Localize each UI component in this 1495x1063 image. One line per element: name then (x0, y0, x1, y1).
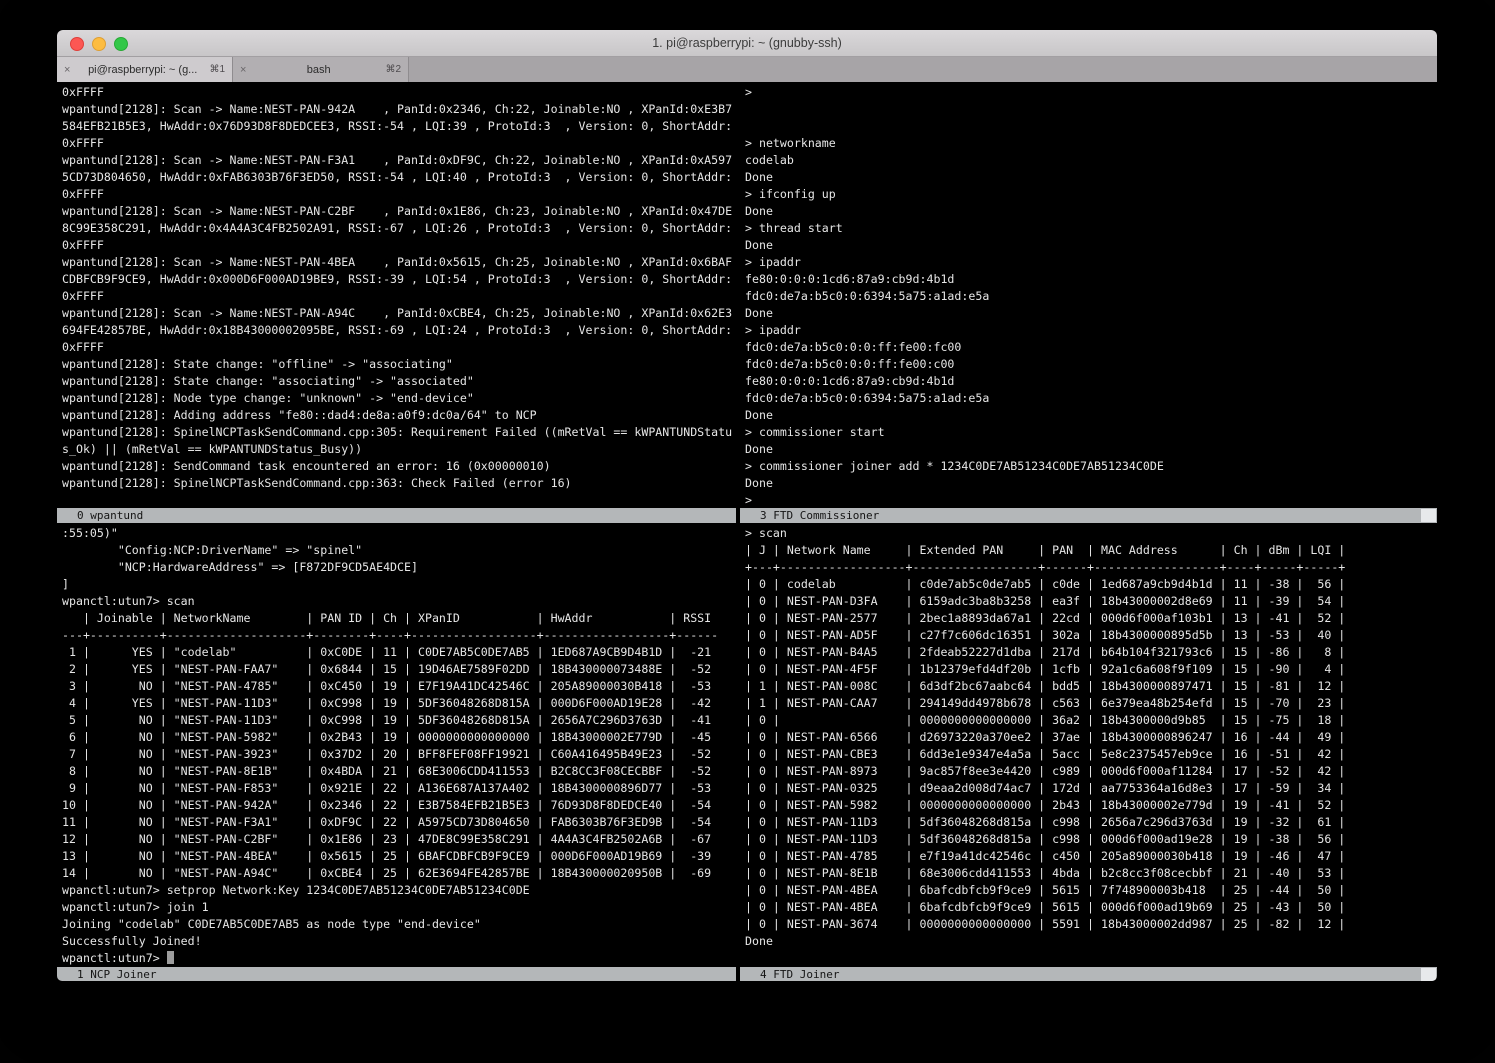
pane-ncp-joiner[interactable]: :55:05)" "Config:NCP:DriverName" => "spi… (57, 523, 736, 981)
tab-ssh-shortcut: ⌘1 (209, 64, 225, 75)
pane-caption-wpantund: 0 wpantund (57, 508, 736, 523)
tab-ssh-label: pi@raspberrypi: ~ (g... (76, 64, 209, 76)
titlebar[interactable]: 1. pi@raspberrypi: ~ (gnubby-ssh) (57, 30, 1437, 57)
pane-activity-indicator (1421, 509, 1436, 522)
ftd-joiner-scan-text: > scan | J | Network Name | Extended PAN… (740, 523, 1437, 950)
pane-caption-ftd-commissioner: 3 FTD Commissioner (740, 508, 1437, 523)
pane-caption-wpantund-label: 0 wpantund (77, 509, 143, 522)
wpanctl-prompt-text: wpanctl:utun7> (62, 951, 167, 965)
close-window-button[interactable] (70, 37, 84, 51)
ftd-commissioner-cli-text: > > networkname codelab Done > ifconfig … (740, 82, 1437, 508)
pane-ftd-commissioner-body: > > networkname codelab Done > ifconfig … (740, 82, 1437, 508)
tab-bar: × pi@raspberrypi: ~ (g... ⌘1 × bash ⌘2 (57, 57, 1437, 82)
tab-ssh[interactable]: × pi@raspberrypi: ~ (g... ⌘1 (57, 57, 233, 82)
pane-ftd-joiner-body: > scan | J | Network Name | Extended PAN… (740, 523, 1437, 967)
pane-ftd-joiner[interactable]: > scan | J | Network Name | Extended PAN… (740, 523, 1437, 981)
pane-caption-ncp-joiner-label: 1 NCP Joiner (77, 968, 156, 981)
minimize-window-button[interactable] (92, 37, 106, 51)
top-pane-row: 0xFFFF wpantund[2128]: Scan -> Name:NEST… (57, 82, 1437, 523)
terminal-window: 1. pi@raspberrypi: ~ (gnubby-ssh) × pi@r… (57, 30, 1437, 981)
pane-activity-indicator (1421, 968, 1436, 981)
window-title: 1. pi@raspberrypi: ~ (gnubby-ssh) (652, 36, 842, 50)
ncp-joiner-cli-text: :55:05)" "Config:NCP:DriverName" => "spi… (57, 523, 736, 950)
pane-caption-ncp-joiner: 1 NCP Joiner (57, 967, 736, 981)
wpanctl-prompt-line[interactable]: wpanctl:utun7> (57, 950, 736, 967)
pane-ncp-joiner-body: :55:05)" "Config:NCP:DriverName" => "spi… (57, 523, 736, 967)
tab-bash-shortcut: ⌘2 (385, 64, 401, 75)
tab-ssh-close-icon[interactable]: × (64, 64, 76, 76)
pane-caption-ftd-joiner: 4 FTD Joiner (740, 967, 1437, 981)
screen-background: { "window": { "title": "1. pi@raspberryp… (0, 0, 1495, 1063)
tab-bash-label: bash (252, 64, 385, 76)
tab-bash[interactable]: × bash ⌘2 (233, 57, 409, 82)
terminal-cursor (167, 951, 174, 964)
zoom-window-button[interactable] (114, 37, 128, 51)
terminal-content: 0xFFFF wpantund[2128]: Scan -> Name:NEST… (57, 82, 1437, 981)
wpantund-log-text: 0xFFFF wpantund[2128]: Scan -> Name:NEST… (57, 82, 736, 492)
pane-caption-ftd-commissioner-label: 3 FTD Commissioner (760, 509, 879, 522)
bottom-pane-row: :55:05)" "Config:NCP:DriverName" => "spi… (57, 523, 1437, 981)
traffic-lights (70, 37, 128, 51)
tab-bash-close-icon[interactable]: × (240, 64, 252, 76)
pane-caption-ftd-joiner-label: 4 FTD Joiner (760, 968, 839, 981)
pane-wpantund[interactable]: 0xFFFF wpantund[2128]: Scan -> Name:NEST… (57, 82, 736, 523)
pane-ftd-commissioner[interactable]: > > networkname codelab Done > ifconfig … (740, 82, 1437, 523)
pane-wpantund-body: 0xFFFF wpantund[2128]: Scan -> Name:NEST… (57, 82, 736, 508)
